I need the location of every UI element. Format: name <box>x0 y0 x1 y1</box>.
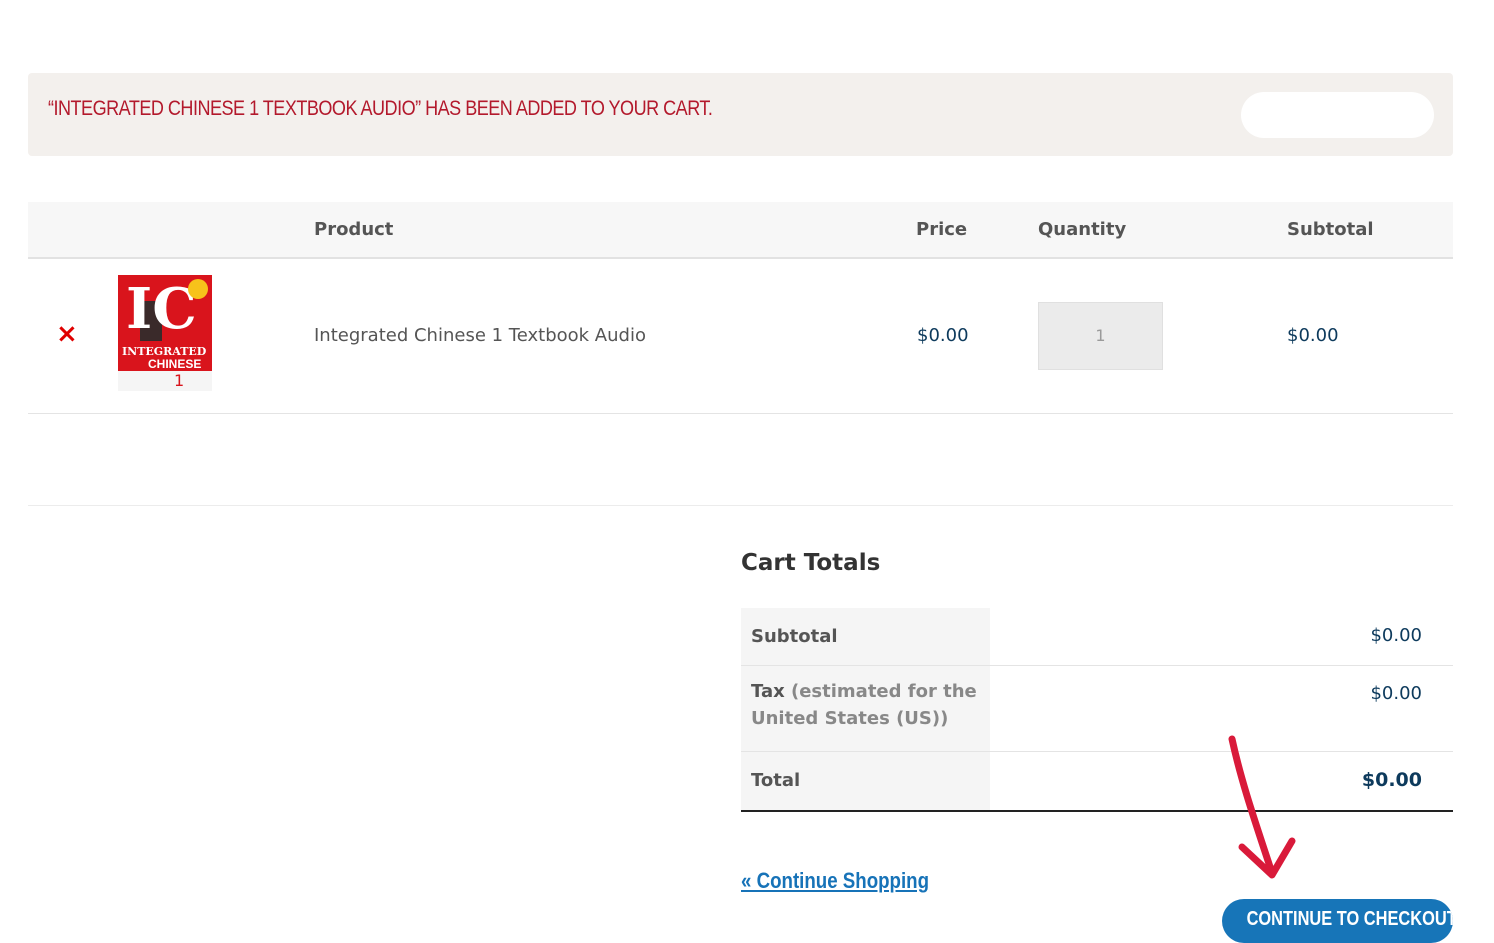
totals-subtotal-label: Subtotal <box>741 608 990 665</box>
cart-item-row: × IC INTEGRATED CHINESE 1 Integrated Chi… <box>28 259 1453 414</box>
red-arrow-annotation <box>1228 735 1296 879</box>
cart-totals-table: Subtotal $0.00 Tax (estimated for the Un… <box>741 608 1453 812</box>
notice-message: “INTEGRATED CHINESE 1 TEXTBOOK AUDIO” HA… <box>48 97 713 120</box>
continue-shopping-link[interactable]: « Continue Shopping <box>741 868 929 894</box>
tax-label-text: Tax <box>751 681 785 702</box>
product-thumbnail[interactable]: IC INTEGRATED CHINESE 1 <box>118 275 212 391</box>
remove-item-icon[interactable]: × <box>56 321 78 347</box>
quantity-input[interactable]: 1 <box>1038 302 1163 370</box>
totals-tax-value: $0.00 <box>1370 683 1422 704</box>
subtotal-header: Subtotal <box>1287 219 1374 240</box>
item-price: $0.00 <box>917 325 969 346</box>
checkout-button-label: CONTINUE TO CHECKOUT » <box>1246 908 1453 930</box>
price-header: Price <box>916 219 968 240</box>
cart-notice: “INTEGRATED CHINESE 1 TEXTBOOK AUDIO” HA… <box>28 73 1453 156</box>
cover-badge-icon <box>188 279 208 299</box>
totals-subtotal-row: Subtotal $0.00 <box>741 608 1453 666</box>
quantity-header: Quantity <box>1038 219 1127 240</box>
cover-title-line2: CHINESE <box>148 357 202 371</box>
cover-logo: IC <box>126 276 197 342</box>
continue-to-checkout-button[interactable]: CONTINUE TO CHECKOUT » <box>1222 899 1453 943</box>
totals-tax-row: Tax (estimated for the United States (US… <box>741 666 1453 752</box>
section-divider <box>28 505 1453 506</box>
product-name-link[interactable]: Integrated Chinese 1 Textbook Audio <box>314 325 646 346</box>
totals-total-row: Total $0.00 <box>741 752 1453 812</box>
view-cart-button[interactable] <box>1241 92 1434 138</box>
totals-subtotal-value: $0.00 <box>1370 625 1422 646</box>
product-header: Product <box>314 219 394 240</box>
tax-note-text: (estimated for the United States (US)) <box>751 681 977 729</box>
cover-volume: 1 <box>174 371 185 390</box>
totals-total-label: Total <box>741 752 990 810</box>
cart-totals-title: Cart Totals <box>741 550 881 576</box>
cover-footer <box>118 371 212 391</box>
totals-total-value: $0.00 <box>1361 769 1422 791</box>
cart-table-header: Product Price Quantity Subtotal <box>28 202 1453 259</box>
item-subtotal: $0.00 <box>1287 325 1339 346</box>
totals-tax-label: Tax (estimated for the United States (US… <box>741 666 990 751</box>
